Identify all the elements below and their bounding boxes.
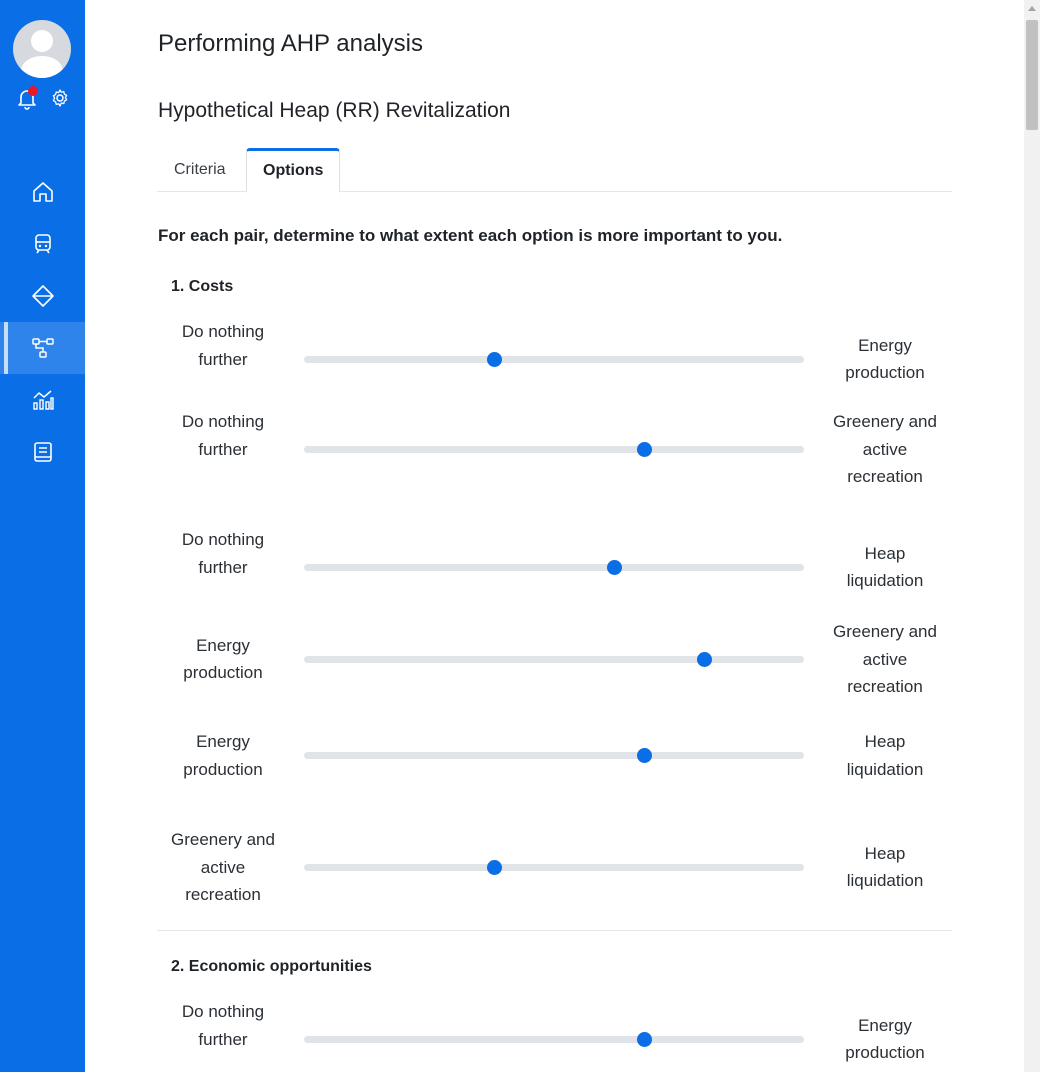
bell-icon[interactable] <box>16 86 38 110</box>
importance-slider[interactable] <box>304 1031 804 1047</box>
right-option-label: Energy production <box>845 1015 925 1063</box>
slider-thumb[interactable] <box>636 1031 652 1047</box>
right-option-label: Energy production <box>845 335 925 383</box>
slider-thumb[interactable] <box>486 859 502 875</box>
comparison-row: Do nothing further Energy production <box>157 998 952 1081</box>
left-option-label: Energy production <box>183 732 263 779</box>
sidebar-top-icons <box>16 86 72 110</box>
comparison-row: Do nothing further Energy production <box>157 318 952 401</box>
section-title: 2. Economic opportunities <box>171 958 372 975</box>
nav-item-ahp[interactable] <box>0 322 85 374</box>
slider-thumb[interactable] <box>636 441 652 457</box>
nav-item-directions[interactable] <box>0 270 85 322</box>
slider-thumb[interactable] <box>486 351 502 367</box>
left-option-label: Do nothing further <box>181 1002 265 1049</box>
right-option-label: Heap liquidation <box>846 543 924 591</box>
tab-criteria[interactable]: Criteria <box>158 148 242 192</box>
scroll-up-arrow-icon[interactable] <box>1028 6 1036 11</box>
right-option-label: Heap liquidation <box>846 732 924 779</box>
avatar-body <box>21 56 63 78</box>
importance-slider[interactable] <box>304 748 804 763</box>
right-option-label: Greenery and active recreation <box>833 412 937 486</box>
notification-dot <box>28 86 38 96</box>
home-icon <box>32 182 53 202</box>
importance-slider[interactable] <box>304 651 804 667</box>
chart-analytics-icon <box>32 390 54 410</box>
nav-item-analytics[interactable] <box>0 374 85 426</box>
flow-diagram-icon <box>31 338 54 358</box>
comparison-row: Greenery and active recreation Heap liqui… <box>157 826 952 909</box>
instruction-text: For each pair, determine to what extent … <box>158 226 783 245</box>
directions-icon <box>31 285 54 307</box>
nav-item-home[interactable] <box>0 166 85 218</box>
importance-slider[interactable] <box>304 859 804 875</box>
avatar[interactable] <box>13 20 71 78</box>
train-icon <box>34 234 51 254</box>
left-option-label: Do nothing further <box>181 530 265 577</box>
left-option-label: Energy production <box>183 635 263 683</box>
left-option-label: Greenery and active recreation <box>171 830 275 904</box>
notebook-icon <box>33 442 52 462</box>
sidebar <box>0 0 85 1072</box>
project-title: Hypothetical Heap (RR) Revitalization <box>158 99 511 122</box>
gear-icon[interactable] <box>50 88 70 108</box>
slider-thumb[interactable] <box>636 748 652 763</box>
comparison-row: Energy production Greenery and active rec… <box>157 618 952 701</box>
comparison-row: Energy production Heap liquidation <box>157 728 952 783</box>
tab-bar: Criteria Options <box>157 148 952 193</box>
importance-slider[interactable] <box>304 441 804 457</box>
avatar-head <box>31 30 53 52</box>
importance-slider[interactable] <box>304 351 804 367</box>
sidebar-nav <box>0 166 85 478</box>
page-title: Performing AHP analysis <box>158 30 424 57</box>
comparison-row: Do nothing further Heap liquidation <box>157 526 952 609</box>
right-option-label: Heap liquidation <box>846 843 924 891</box>
scrollbar[interactable] <box>1024 0 1040 1072</box>
section-divider <box>157 930 952 931</box>
section-title: 1. Costs <box>171 278 234 295</box>
nav-item-train[interactable] <box>0 218 85 270</box>
scrollbar-thumb[interactable] <box>1026 20 1038 130</box>
left-option-label: Do nothing further <box>181 322 265 369</box>
left-option-label: Do nothing further <box>181 412 265 459</box>
importance-slider[interactable] <box>304 559 804 575</box>
slider-thumb[interactable] <box>696 651 712 667</box>
slider-thumb[interactable] <box>606 559 622 575</box>
nav-item-notebook[interactable] <box>0 426 85 478</box>
right-option-label: Greenery and active recreation <box>833 622 937 696</box>
tab-options[interactable]: Options <box>246 148 341 193</box>
comparison-row: Do nothing further Greenery and active re… <box>157 408 952 491</box>
